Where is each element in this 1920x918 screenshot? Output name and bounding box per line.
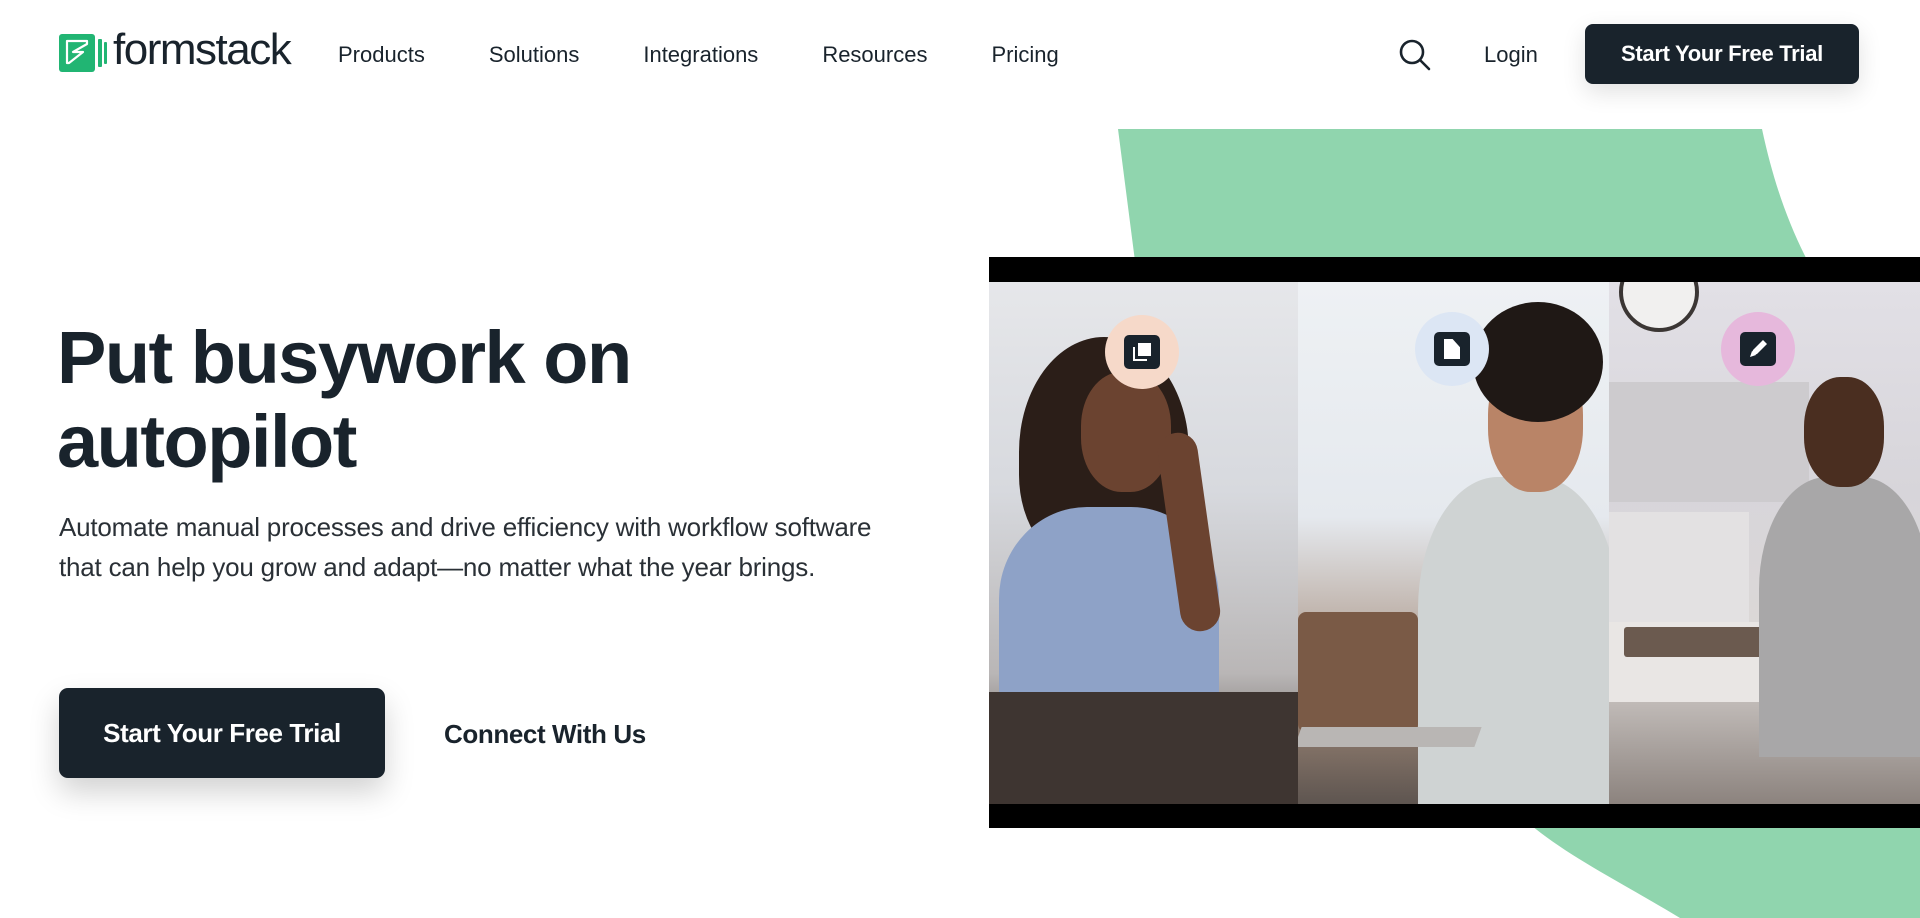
- video-frame: [989, 282, 1920, 804]
- video-panel-2: [1298, 282, 1609, 804]
- logo-wordmark: formstack: [113, 25, 292, 74]
- nav-pricing[interactable]: Pricing: [991, 40, 1058, 70]
- video-panel-1: [989, 282, 1298, 804]
- login-link[interactable]: Login: [1484, 40, 1538, 70]
- header-start-free-trial-button[interactable]: Start Your Free Trial: [1585, 24, 1859, 84]
- hero-video[interactable]: [989, 257, 1920, 828]
- site-header: formstack Products Solutions Integration…: [0, 0, 1920, 110]
- copy-icon: [1124, 335, 1160, 369]
- connect-with-us-link[interactable]: Connect With Us: [444, 716, 646, 752]
- panel-1-badge: [1105, 315, 1179, 389]
- video-letterbox-top: [989, 257, 1920, 282]
- search-button[interactable]: [1398, 38, 1432, 72]
- video-letterbox-bottom: [989, 804, 1920, 828]
- nav-integrations[interactable]: Integrations: [643, 40, 758, 70]
- headline-line-1: Put busywork on: [57, 316, 632, 399]
- video-panel-3: [1609, 282, 1920, 804]
- nav-solutions[interactable]: Solutions: [489, 40, 580, 70]
- search-icon: [1399, 39, 1431, 71]
- hero-headline: Put busywork on autopilot: [57, 316, 857, 484]
- document-icon: [1434, 332, 1470, 366]
- nav-resources[interactable]: Resources: [822, 40, 927, 70]
- formstack-logo[interactable]: formstack: [59, 25, 292, 74]
- pencil-icon: [1740, 332, 1776, 366]
- panel-2-badge: [1415, 312, 1489, 386]
- nav-products[interactable]: Products: [338, 40, 425, 70]
- hero-start-free-trial-button[interactable]: Start Your Free Trial: [59, 688, 385, 778]
- panel-3-badge: [1721, 312, 1795, 386]
- main-nav: Products Solutions Integrations Resource…: [338, 40, 1059, 70]
- formstack-logo-icon: [59, 33, 111, 73]
- hero-subtext: Automate manual processes and drive effi…: [59, 512, 872, 582]
- headline-line-2: autopilot: [57, 400, 357, 483]
